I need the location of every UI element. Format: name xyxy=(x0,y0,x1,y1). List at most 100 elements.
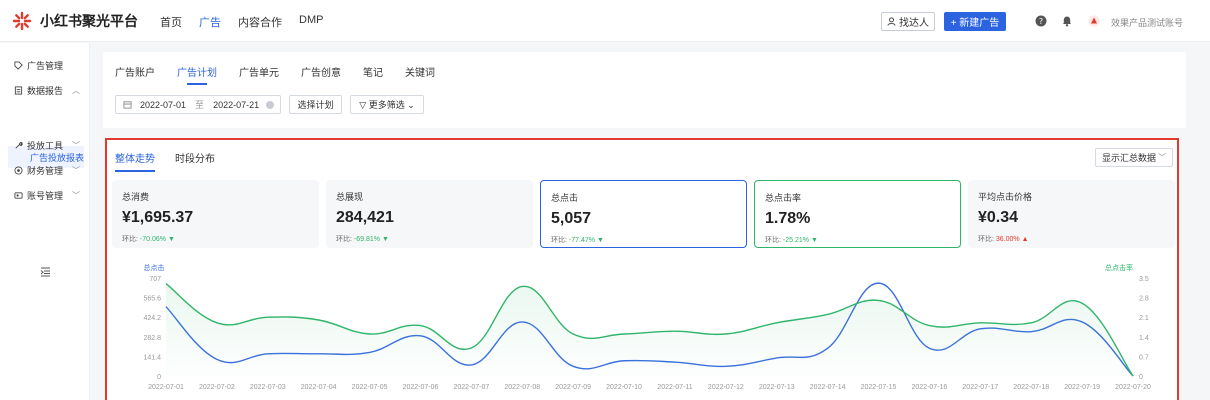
sidebar-item-label: 投放工具 xyxy=(27,141,64,151)
y-right-tick-label: 2.8 xyxy=(1139,296,1149,303)
topnav-ads[interactable]: 广告 xyxy=(199,14,221,30)
chevron-down-icon: ﹀ xyxy=(1158,153,1166,162)
help-icon[interactable]: ? xyxy=(1035,15,1047,27)
svg-text:?: ? xyxy=(1039,17,1043,26)
x-tick-label: 2022-07-11 xyxy=(657,384,692,391)
y-left-tick-label: 282.8 xyxy=(143,335,161,342)
y-right-tick-label: 0.7 xyxy=(1139,354,1149,361)
trend-card: 整体走势 时段分布 显示汇总数据 ﹀ 总消费 ¥1,695.37 环比: -70… xyxy=(105,138,1179,400)
tab-time-distribution[interactable]: 时段分布 xyxy=(175,150,215,165)
y-right-tick-label: 1.4 xyxy=(1139,335,1149,342)
x-tick-label: 2022-07-14 xyxy=(810,384,846,391)
top-bar: 小红书聚光平台 首页 广告 内容合作 DMP 找达人 + 新建广告 ? 效果产品… xyxy=(0,0,1210,42)
sidebar-item-tools[interactable]: 投放工具 ﹀ xyxy=(14,139,84,152)
calendar-icon xyxy=(123,101,132,109)
find-talent-label: 找达人 xyxy=(899,18,929,29)
x-tick-label: 2022-07-08 xyxy=(504,384,540,391)
new-ad-button[interactable]: + 新建广告 xyxy=(944,12,1006,31)
tab-ad-creative[interactable]: 广告创意 xyxy=(301,64,341,79)
metric-card-impressions[interactable]: 总展现 284,421 环比: -69.81% ▼ xyxy=(326,180,533,248)
x-tick-label: 2022-07-19 xyxy=(1064,384,1100,391)
x-tick-label: 2022-07-03 xyxy=(250,384,286,391)
metric-value: 1.78% xyxy=(765,210,811,227)
bell-icon[interactable] xyxy=(1061,15,1073,27)
logo[interactable]: 小红书聚光平台 xyxy=(12,11,138,31)
summary-select[interactable]: 显示汇总数据 ﹀ xyxy=(1095,148,1173,167)
chevron-down-icon: ﹀ xyxy=(72,166,80,175)
x-tick-label: 2022-07-15 xyxy=(861,384,897,391)
topnav-home[interactable]: 首页 xyxy=(160,14,182,30)
sidebar-item-label: 数据报告 xyxy=(27,86,64,96)
x-tick-label: 2022-07-10 xyxy=(606,384,642,391)
metric-comparison: 环比: 36.00% ▲ xyxy=(978,236,1029,243)
tag-icon xyxy=(14,61,23,70)
y-left-tick-label: 141.4 xyxy=(143,354,161,361)
chevron-down-icon: ﹀ xyxy=(72,141,80,150)
metric-card-clicks[interactable]: 总点击 5,057 环比: -77.47% ▼ xyxy=(540,180,747,248)
account-name[interactable]: 效果产品测试账号 xyxy=(1111,16,1183,29)
y-left-tick-label: 424.2 xyxy=(143,315,161,322)
x-tick-label: 2022-07-20 xyxy=(1115,384,1151,391)
topnav-dmp[interactable]: DMP xyxy=(299,14,323,30)
series-area-ctr xyxy=(166,283,1133,376)
filter-card: 广告账户 广告计划 广告单元 广告创意 笔记 关键词 2022-07-01 至 … xyxy=(103,52,1186,128)
metric-label: 平均点击价格 xyxy=(978,192,1033,202)
tab-ad-account[interactable]: 广告账户 xyxy=(115,64,155,79)
x-tick-label: 2022-07-07 xyxy=(453,384,489,391)
chevron-up-icon: ︿ xyxy=(72,86,80,95)
chevron-down-icon: ﹀ xyxy=(72,191,80,200)
y-right-tick-label: 0 xyxy=(1139,374,1143,381)
sidebar-item-finance[interactable]: 财务管理 ﹀ xyxy=(14,164,84,177)
date-end[interactable]: 2022-07-21 xyxy=(213,100,259,110)
tab-notes[interactable]: 笔记 xyxy=(363,64,383,79)
tab-ad-plan[interactable]: 广告计划 xyxy=(177,64,217,85)
date-start[interactable]: 2022-07-01 xyxy=(140,100,186,110)
date-separator: 至 xyxy=(195,100,205,110)
x-tick-label: 2022-07-16 xyxy=(912,384,948,391)
sidebar-item-data-report[interactable]: 数据报告 ︿ xyxy=(14,84,84,97)
metric-label: 总点击率 xyxy=(765,193,802,203)
level-tabs: 广告账户 广告计划 广告单元 广告创意 笔记 关键词 xyxy=(115,64,457,85)
x-tick-label: 2022-07-09 xyxy=(555,384,591,391)
metric-label: 总点击 xyxy=(551,193,579,203)
y-axis-right-title: 总点击率 xyxy=(1105,263,1133,272)
metric-card-ctr[interactable]: 总点击率 1.78% 环比: -25.21% ▼ xyxy=(754,180,961,248)
find-talent-button[interactable]: 找达人 xyxy=(881,12,935,31)
x-tick-label: 2022-07-02 xyxy=(199,384,235,391)
metric-value: ¥1,695.37 xyxy=(122,209,194,226)
sidebar-item-ad-management[interactable]: 广告管理 xyxy=(14,59,84,72)
tab-overall-trend[interactable]: 整体走势 xyxy=(115,150,155,172)
x-tick-label: 2022-07-06 xyxy=(403,384,439,391)
sidebar-item-account[interactable]: 账号管理 ﹀ xyxy=(14,189,84,202)
metric-card-total-spend[interactable]: 总消费 ¥1,695.37 环比: -70.06% ▼ xyxy=(112,180,319,248)
sidebar-item-label: 账号管理 xyxy=(27,191,64,201)
trend-chart[interactable]: 总点击 总点击率 0 141.4 282.8 424.2 565.6 707 0 0.7 1.4 2.… xyxy=(107,258,1177,400)
y-left-tick-label: 0 xyxy=(157,374,161,381)
more-filters-button[interactable]: ▽ 更多筛选 ⌄ xyxy=(350,95,424,114)
metric-comparison: 环比: -69.81% ▼ xyxy=(336,236,389,243)
topnav-content-cooperation[interactable]: 内容合作 xyxy=(238,14,282,30)
metric-value: ¥0.34 xyxy=(978,209,1019,226)
logo-text: 小红书聚光平台 xyxy=(40,13,138,29)
metric-card-avg-cpc[interactable]: 平均点击价格 ¥0.34 环比: 36.00% ▲ xyxy=(968,180,1175,248)
collapse-sidebar-icon[interactable] xyxy=(40,267,51,277)
metric-label: 总展现 xyxy=(336,192,364,202)
clear-icon[interactable] xyxy=(266,101,274,109)
avatar-icon[interactable] xyxy=(1088,15,1100,27)
select-plan-button[interactable]: 选择计划 xyxy=(289,95,342,114)
metric-label: 总消费 xyxy=(122,192,150,202)
sidebar-item-label: 财务管理 xyxy=(27,166,64,176)
tab-keywords[interactable]: 关键词 xyxy=(405,64,435,79)
trend-tabs: 整体走势 时段分布 xyxy=(115,150,235,172)
x-tick-label: 2022-07-05 xyxy=(352,384,388,391)
tab-ad-unit[interactable]: 广告单元 xyxy=(239,64,279,79)
metric-comparison: 环比: -70.06% ▼ xyxy=(122,236,175,243)
x-tick-label: 2022-07-12 xyxy=(708,384,744,391)
top-nav: 首页 广告 内容合作 DMP xyxy=(160,14,340,30)
x-tick-label: 2022-07-01 xyxy=(148,384,184,391)
user-icon xyxy=(887,17,896,26)
tool-icon xyxy=(15,142,23,149)
y-left-tick-label: 707 xyxy=(149,276,161,283)
account-icon xyxy=(14,192,23,199)
date-range-picker[interactable]: 2022-07-01 至 2022-07-21 xyxy=(115,95,281,114)
